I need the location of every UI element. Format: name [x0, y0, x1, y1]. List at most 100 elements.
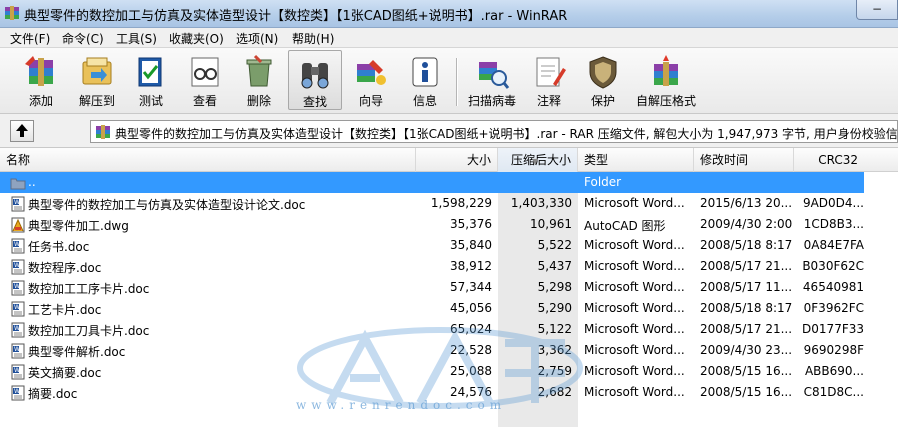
file-modified: 2008/5/17 21...	[700, 322, 793, 336]
svg-text:W: W	[14, 388, 20, 395]
column-header-size[interactable]: 大小	[416, 148, 498, 172]
file-modified: 2008/5/15 16...	[700, 364, 793, 378]
file-row[interactable]: W 典型零件的数控加工与仿真及实体造型设计论文.doc 1,598,229 1,…	[0, 193, 898, 214]
test-button[interactable]: 测试	[124, 50, 178, 110]
up-folder-button[interactable]	[10, 120, 34, 142]
file-packed-size: 10,961	[530, 217, 572, 231]
file-type: Microsoft Word...	[584, 385, 685, 399]
column-header-packed[interactable]: ▼ 压缩后大小	[498, 148, 578, 172]
file-type: Microsoft Word...	[584, 343, 685, 357]
file-modified: 2009/4/30 23...	[700, 343, 793, 357]
menu-favorites[interactable]: 收藏夹(O)	[169, 30, 224, 47]
file-type: Microsoft Word...	[584, 322, 685, 336]
minimize-button[interactable]: −	[856, 0, 898, 20]
delete-button[interactable]: 删除	[232, 50, 286, 110]
file-name: 典型零件的数控加工与仿真及实体造型设计论文.doc	[28, 198, 306, 212]
rar-archive-icon	[96, 125, 110, 139]
toolbar-separator	[456, 58, 457, 106]
scan-virus-label: 扫描病毒	[467, 94, 516, 108]
title-bar: 典型零件的数控加工与仿真及实体造型设计【数控类】【1张CAD图纸+说明书】.ra…	[0, 0, 898, 28]
file-modified: 2008/5/17 11...	[700, 280, 793, 294]
protect-label: 保护	[590, 94, 615, 108]
svg-text:W: W	[14, 346, 20, 353]
scan-virus-button[interactable]: 扫描病毒	[462, 50, 522, 110]
word-doc-icon: W	[11, 196, 25, 212]
file-crc32: 1CD8B3...	[803, 217, 864, 231]
file-name: 任务书.doc	[28, 240, 90, 254]
wizard-button[interactable]: 向导	[344, 50, 398, 110]
autocad-dwg-icon	[11, 217, 25, 233]
svg-text:W: W	[14, 262, 20, 269]
word-doc-icon: W	[11, 259, 25, 275]
file-row[interactable]: W 数控程序.doc 38,912 5,437 Microsoft Word..…	[0, 256, 898, 277]
menu-commands[interactable]: 命令(C)	[62, 30, 104, 47]
archive-path-field[interactable]: 典型零件的数控加工与仿真及实体造型设计【数控类】【1张CAD图纸+说明书】.ra…	[90, 120, 898, 143]
menu-options[interactable]: 选项(N)	[236, 30, 278, 47]
extract-to-button[interactable]: 解压到	[70, 50, 124, 110]
view-label: 查看	[192, 94, 217, 108]
word-doc-icon: W	[11, 322, 25, 338]
test-icon	[138, 57, 162, 87]
file-row[interactable]: W 任务书.doc 35,840 5,522 Microsoft Word...…	[0, 235, 898, 256]
column-header-type[interactable]: 类型	[578, 148, 694, 172]
file-type: Folder	[584, 175, 622, 189]
file-modified: 2008/5/18 8:17	[700, 301, 793, 315]
file-crc32: 9AD0D4...	[802, 196, 864, 210]
winrar-app-icon	[5, 6, 19, 20]
file-size: 38,912	[450, 259, 492, 273]
info-icon	[412, 57, 438, 87]
file-size: 35,840	[450, 238, 492, 252]
info-button[interactable]: 信息	[398, 50, 452, 110]
file-name: 典型零件加工.dwg	[28, 219, 129, 233]
file-crc32: ABB690...	[804, 364, 864, 378]
file-list: 名称 大小 ▼ 压缩后大小 类型 修改时间 CRC32 .. Folder W …	[0, 148, 898, 427]
file-row[interactable]: 典型零件加工.dwg 35,376 10,961 AutoCAD 图形 2009…	[0, 214, 898, 235]
comment-button[interactable]: 注释	[522, 50, 576, 110]
view-icon	[191, 57, 219, 87]
file-packed-size: 1,403,330	[510, 196, 572, 210]
word-doc-icon: W	[11, 364, 25, 380]
file-row[interactable]: .. Folder	[0, 172, 898, 193]
sort-descending-icon: ▼	[532, 157, 539, 166]
menu-bar: 文件(F) 命令(C) 工具(S) 收藏夹(O) 选项(N) 帮助(H)	[0, 28, 898, 48]
file-crc32: C81D8C...	[803, 385, 864, 399]
menu-help[interactable]: 帮助(H)	[292, 30, 334, 47]
column-header-name[interactable]: 名称	[0, 148, 416, 172]
svg-text:W: W	[14, 304, 20, 311]
menu-file[interactable]: 文件(F)	[10, 30, 50, 47]
svg-text:W: W	[14, 199, 20, 206]
comment-label: 注释	[536, 94, 561, 108]
find-button[interactable]: 查找	[288, 50, 342, 110]
file-crc32: 9690298F	[803, 343, 864, 357]
protect-button[interactable]: 保护	[576, 50, 630, 110]
add-button[interactable]: 添加	[14, 50, 68, 110]
file-name: 数控程序.doc	[28, 261, 102, 275]
svg-text:W: W	[14, 283, 20, 290]
file-packed-size: 5,298	[537, 280, 572, 294]
file-type: Microsoft Word...	[584, 280, 685, 294]
minimize-icon: −	[871, 2, 883, 16]
find-label: 查找	[302, 95, 327, 109]
wizard-icon	[357, 60, 386, 85]
file-type: Microsoft Word...	[584, 238, 685, 252]
folder-up-icon	[10, 178, 26, 190]
file-crc32: D0177F33	[802, 322, 864, 336]
list-header: 名称 大小 ▼ 压缩后大小 类型 修改时间 CRC32	[0, 148, 898, 172]
file-row[interactable]: W 数控加工工序卡片.doc 57,344 5,298 Microsoft Wo…	[0, 277, 898, 298]
address-bar: 典型零件的数控加工与仿真及实体造型设计【数控类】【1张CAD图纸+说明书】.ra…	[0, 114, 898, 148]
svg-text:W: W	[14, 241, 20, 248]
file-crc32: 0A84E7FA	[803, 238, 864, 252]
sfx-button[interactable]: 自解压格式	[634, 50, 698, 110]
watermark-url: www.renrendoc.com	[296, 398, 507, 412]
scan-virus-icon	[479, 62, 510, 89]
delete-icon	[246, 54, 272, 87]
comment-icon	[536, 57, 566, 87]
column-header-crc32[interactable]: CRC32	[794, 148, 898, 172]
svg-text:W: W	[14, 367, 20, 374]
sfx-label: 自解压格式	[635, 94, 696, 108]
file-modified: 2008/5/15 16...	[700, 385, 793, 399]
file-modified: 2008/5/17 21...	[700, 259, 793, 273]
column-header-modified[interactable]: 修改时间	[694, 148, 794, 172]
menu-tools[interactable]: 工具(S)	[116, 30, 157, 47]
view-button[interactable]: 查看	[178, 50, 232, 110]
